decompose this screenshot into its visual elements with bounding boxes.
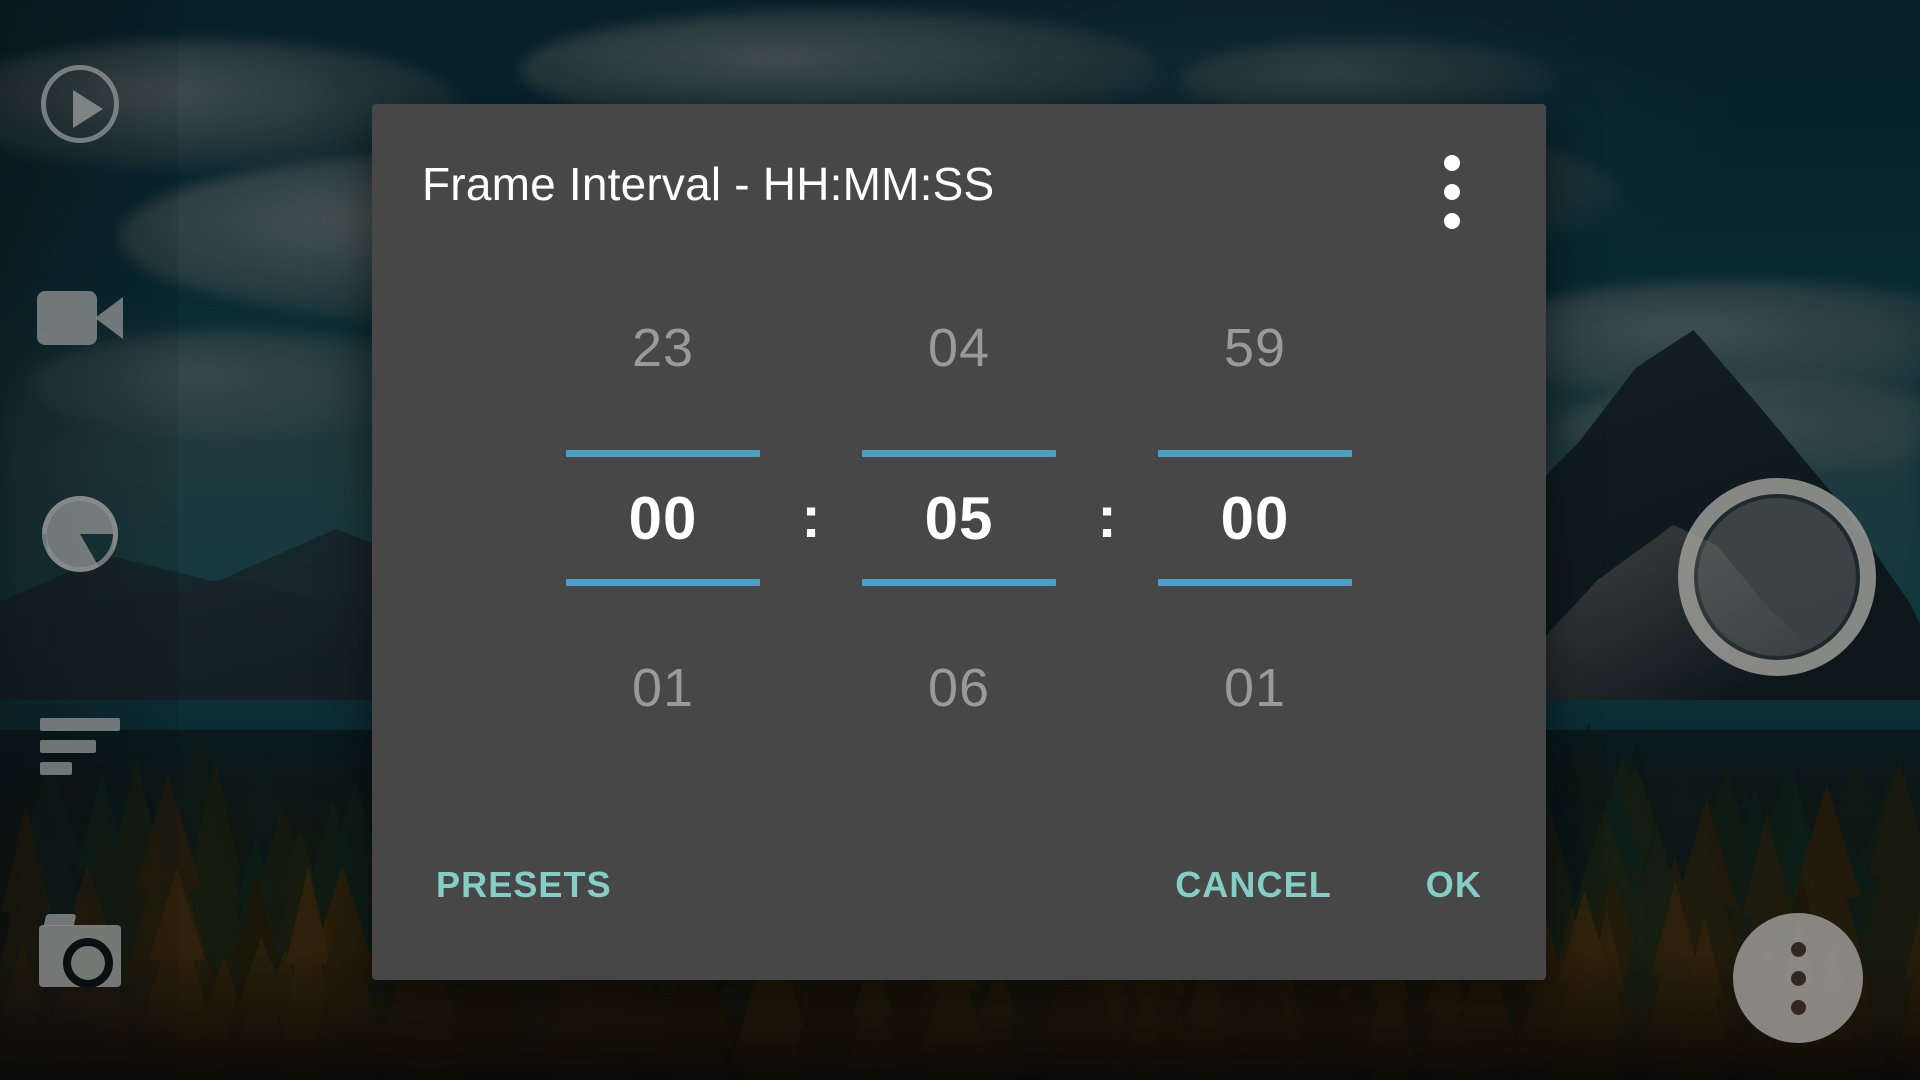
picker-column-seconds[interactable]: 59 00 01 [1146, 292, 1364, 744]
dialog-header: Frame Interval - HH:MM:SS [372, 104, 1546, 264]
cancel-button[interactable]: CANCEL [1169, 852, 1338, 918]
picker-separator: : [1097, 484, 1117, 550]
picker-divider-top [862, 450, 1056, 457]
picker-previous-value[interactable]: 59 [1146, 292, 1364, 404]
presets-button[interactable]: PRESETS [430, 852, 618, 918]
more-vertical-icon [1444, 155, 1460, 171]
picker-previous-value[interactable]: 23 [554, 292, 772, 404]
picker-separator: : [801, 484, 821, 550]
frame-interval-dialog: Frame Interval - HH:MM:SS 23 00 01 : 04 … [372, 104, 1546, 980]
more-vertical-icon [1444, 184, 1460, 200]
picker-divider-bottom [566, 579, 760, 586]
picker-column-hours[interactable]: 23 00 01 [554, 292, 772, 744]
time-picker: 23 00 01 : 04 05 06: 59 00 01 [372, 264, 1546, 812]
picker-selected-value[interactable]: 00 [1146, 457, 1364, 579]
picker-selected-value[interactable]: 00 [554, 457, 772, 579]
ok-button[interactable]: OK [1420, 852, 1488, 918]
picker-next-value[interactable]: 01 [1146, 632, 1364, 744]
more-vertical-icon [1444, 213, 1460, 229]
picker-divider-bottom [1158, 579, 1352, 586]
picker-column-minutes[interactable]: 04 05 06 [850, 292, 1068, 744]
picker-previous-value[interactable]: 04 [850, 292, 1068, 404]
app-root: Frame Interval - HH:MM:SS 23 00 01 : 04 … [0, 0, 1920, 1080]
dialog-action-bar: PRESETS CANCEL OK [372, 812, 1546, 980]
dialog-overflow-menu-button[interactable] [1424, 154, 1480, 230]
picker-next-value[interactable]: 06 [850, 632, 1068, 744]
picker-divider-top [1158, 450, 1352, 457]
picker-selected-value[interactable]: 05 [850, 457, 1068, 579]
picker-divider-top [566, 450, 760, 457]
picker-next-value[interactable]: 01 [554, 632, 772, 744]
picker-divider-bottom [862, 579, 1056, 586]
picker-columns: 23 00 01 : 04 05 06: 59 00 01 [554, 292, 1364, 744]
dialog-title: Frame Interval - HH:MM:SS [422, 158, 995, 210]
